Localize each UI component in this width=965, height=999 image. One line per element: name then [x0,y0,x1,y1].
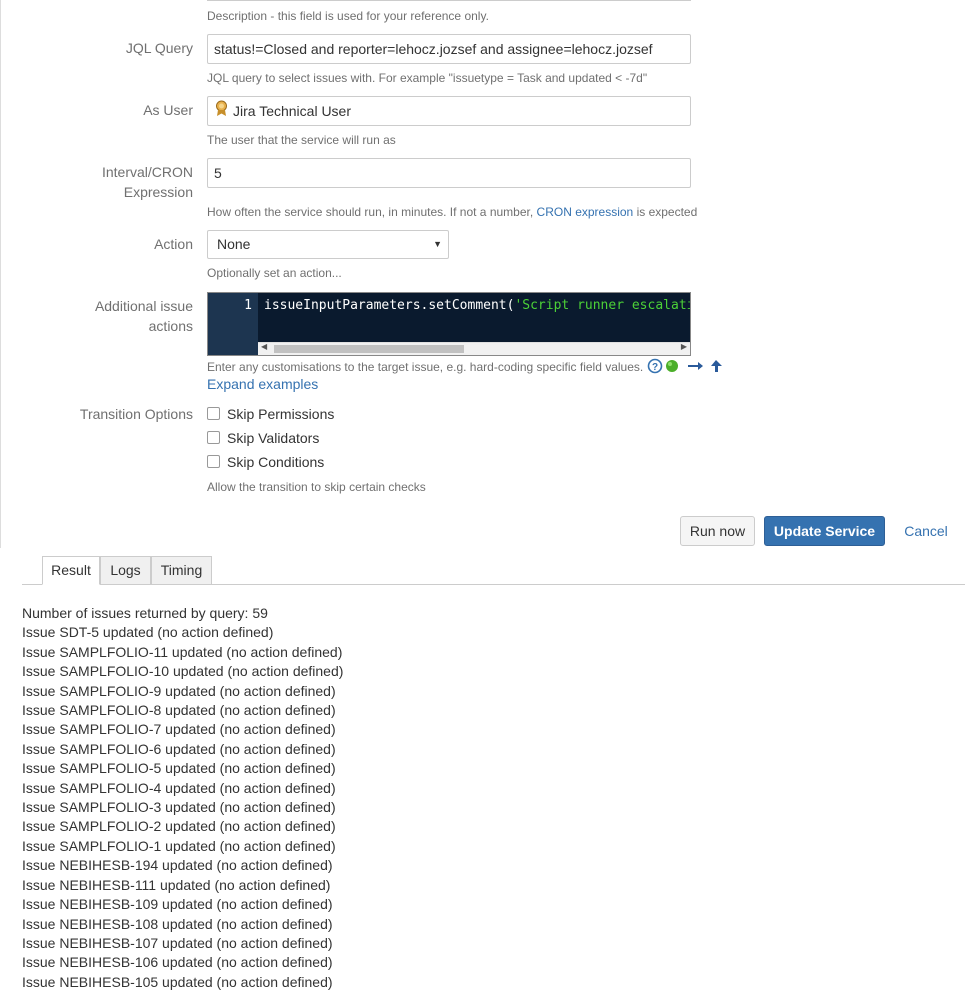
result-line: Issue SAMPLFOLIO-9 updated (no action de… [22,682,336,699]
code-gutter: 1 [208,293,258,355]
additional-label-line2: actions [148,318,193,334]
arrow-right-icon[interactable] [687,362,703,370]
action-select-value: None [217,236,251,252]
expand-examples-link[interactable]: Expand examples [207,376,318,392]
action-help: Optionally set an action... [207,266,342,280]
line-number: 1 [244,298,252,313]
user-avatar-icon [214,98,229,125]
jql-label: JQL Query [125,40,193,56]
additional-label-line1: Additional issue [94,298,193,314]
result-line: Issue NEBIHESB-107 updated (no action de… [22,934,333,951]
code-editor[interactable]: 1 issueInputParameters.setComment('Scrip… [207,292,691,356]
interval-help-prefix: How often the service should run, in min… [207,205,534,219]
scrollbar-thumb[interactable] [274,345,464,353]
result-line: Issue SAMPLFOLIO-3 updated (no action de… [22,799,336,816]
description-help: Description - this field is used for you… [207,9,489,23]
skip-validators-checkbox[interactable] [207,431,220,444]
as-user-help: The user that the service will run as [207,133,396,147]
tab-result[interactable]: Result [42,556,100,585]
cancel-button[interactable]: Cancel [898,516,954,546]
as-user-value: Jira Technical User [233,103,352,119]
result-output: Number of issues returned by query: 59 I… [22,604,343,992]
as-user-label: As User [143,102,193,118]
result-line: Issue SAMPLFOLIO-7 updated (no action de… [22,721,336,738]
code-prefix: issueInputParameters.setComment( [264,298,515,313]
jql-input[interactable]: status!=Closed and reporter=lehocz.jozse… [207,34,691,64]
jql-help: JQL query to select issues with. For exa… [207,71,648,85]
result-line: Issue NEBIHESB-194 updated (no action de… [22,857,333,874]
tab-logs[interactable]: Logs [100,556,151,585]
result-line: Issue SAMPLFOLIO-10 updated (no action d… [22,663,344,680]
scroll-left-icon[interactable]: ◀ [261,342,267,351]
result-line: Issue NEBIHESB-105 updated (no action de… [22,973,333,990]
code-string: 'Script runner escalation [514,298,691,313]
skip-permissions-option[interactable]: Skip Permissions [207,405,334,423]
interval-help: How often the service should run, in min… [207,204,697,220]
additional-help: Enter any customisations to the target i… [207,358,731,378]
result-line: Issue SAMPLFOLIO-11 updated (no action d… [22,643,343,660]
code-line: issueInputParameters.setComment('Script … [264,298,691,313]
as-user-input[interactable]: Jira Technical User [207,96,691,126]
result-line: Issue SDT-5 updated (no action defined) [22,624,274,641]
cron-expression-link[interactable]: CRON expression [537,205,634,219]
skip-validators-option[interactable]: Skip Validators [207,429,319,447]
result-line: Issue NEBIHESB-109 updated (no action de… [22,896,333,913]
result-line: Issue SAMPLFOLIO-5 updated (no action de… [22,760,336,777]
question-circle-icon[interactable]: ? [647,358,662,374]
chevron-down-icon: ▼ [433,239,442,249]
result-line: Issue SAMPLFOLIO-4 updated (no action de… [22,779,336,796]
skip-validators-label: Skip Validators [227,430,320,446]
horizontal-scrollbar[interactable]: ◀ ▶ [258,342,690,355]
result-line: Issue SAMPLFOLIO-2 updated (no action de… [22,818,336,835]
run-now-button[interactable]: Run now [680,516,755,546]
interval-help-suffix: is expected [636,205,698,219]
result-line: Issue SAMPLFOLIO-6 updated (no action de… [22,740,336,757]
result-line: Issue SAMPLFOLIO-1 updated (no action de… [22,837,336,854]
result-line: Issue NEBIHESB-111 updated (no action de… [22,876,331,893]
result-summary: Number of issues returned by query: 59 [22,605,268,621]
interval-label-line1: Interval/CRON [101,164,193,180]
skip-permissions-checkbox[interactable] [207,407,220,420]
help-icons: ? [647,358,731,378]
tab-timing[interactable]: Timing [151,556,212,585]
description-field-edge [207,0,691,1]
result-line: Issue SAMPLFOLIO-8 updated (no action de… [22,702,336,719]
transition-help: Allow the transition to skip certain che… [207,480,426,494]
skip-conditions-label: Skip Conditions [227,454,325,470]
page-left-border [0,0,1,548]
arrow-up-icon[interactable] [710,360,722,372]
interval-input[interactable]: 5 [207,158,691,188]
additional-help-text: Enter any customisations to the target i… [207,360,644,375]
update-service-button[interactable]: Update Service [764,516,885,546]
result-line: Issue NEBIHESB-106 updated (no action de… [22,954,333,971]
transition-label: Transition Options [79,406,193,422]
action-label: Action [154,236,193,252]
skip-conditions-option[interactable]: Skip Conditions [207,453,324,471]
scroll-right-icon[interactable]: ▶ [681,342,687,351]
result-line: Issue NEBIHESB-108 updated (no action de… [22,915,333,932]
interval-label: Interval/CRON Expression [102,162,193,202]
action-select[interactable]: None ▼ [207,230,449,259]
svg-text:?: ? [652,362,658,373]
skip-permissions-label: Skip Permissions [227,406,335,422]
skip-conditions-checkbox[interactable] [207,455,220,468]
additional-label: Additional issue actions [95,296,193,336]
green-dot-icon[interactable] [665,360,678,372]
interval-label-line2: Expression [123,184,193,200]
